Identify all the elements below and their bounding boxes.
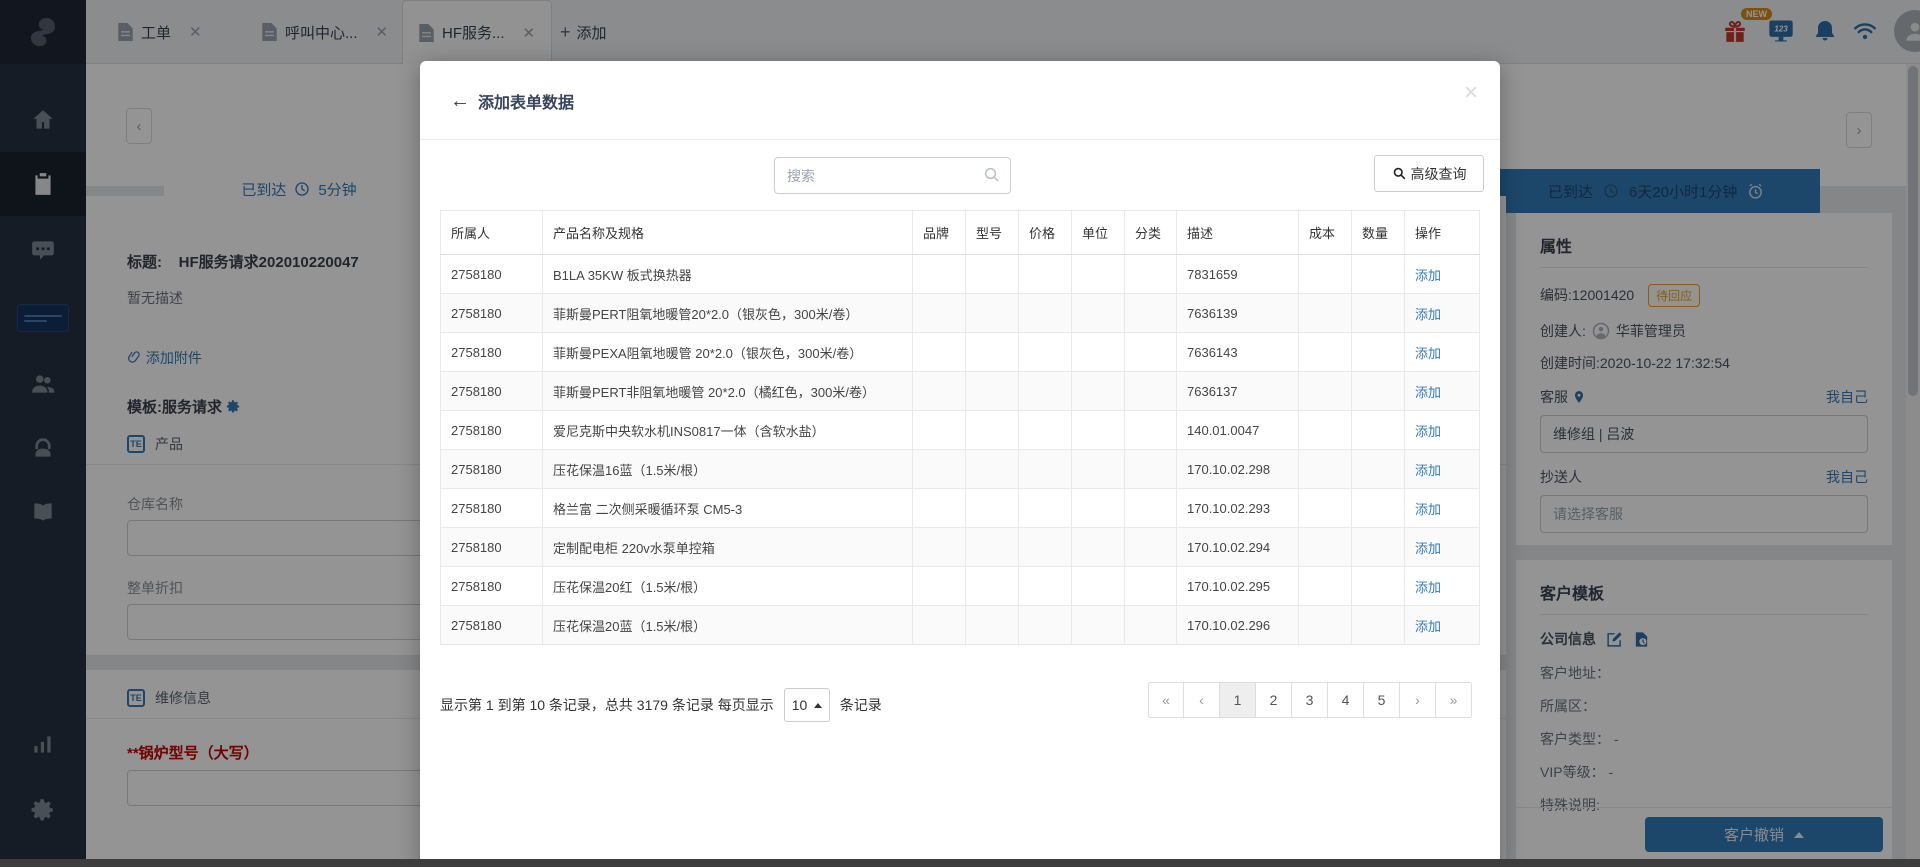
window-bottom-edge bbox=[0, 859, 1920, 867]
table-row: 2758180压花保温16蓝（1.5米/根）170.10.02.298添加 bbox=[441, 450, 1480, 489]
table-row: 2758180B1LA 35KW 板式换热器7831659添加 bbox=[441, 255, 1480, 294]
col-owner: 所属人 bbox=[441, 211, 543, 255]
add-product-link[interactable]: 添加 bbox=[1415, 619, 1441, 634]
col-unit: 单位 bbox=[1072, 211, 1125, 255]
search-icon bbox=[983, 166, 1001, 184]
add-product-link[interactable]: 添加 bbox=[1415, 541, 1441, 556]
pager-arrow-button[interactable]: » bbox=[1436, 682, 1472, 718]
col-action: 操作 bbox=[1405, 211, 1480, 255]
table-row: 2758180菲斯曼PEXA阻氧地暖管 20*2.0（银灰色，300米/卷）76… bbox=[441, 333, 1480, 372]
add-product-link[interactable]: 添加 bbox=[1415, 463, 1441, 478]
col-model: 型号 bbox=[966, 211, 1019, 255]
table-row: 2758180定制配电柜 220v水泵单控箱170.10.02.294添加 bbox=[441, 528, 1480, 567]
col-quantity: 数量 bbox=[1352, 211, 1405, 255]
col-category: 分类 bbox=[1125, 211, 1177, 255]
pager-arrow-button[interactable]: › bbox=[1400, 682, 1436, 718]
col-cost: 成本 bbox=[1299, 211, 1352, 255]
pager-page-button[interactable]: 5 bbox=[1364, 682, 1400, 718]
add-product-link[interactable]: 添加 bbox=[1415, 268, 1441, 283]
add-product-link[interactable]: 添加 bbox=[1415, 307, 1441, 322]
modal-back-icon[interactable]: ← bbox=[450, 91, 470, 111]
app-root: 工单 ✕ 呼叫中心... ✕ HF服务... ✕ + 添加 NEW bbox=[0, 0, 1920, 867]
table-row: 2758180压花保温20蓝（1.5米/根）170.10.02.296添加 bbox=[441, 606, 1480, 645]
pager-page-button[interactable]: 1 bbox=[1220, 682, 1256, 718]
table-row: 2758180压花保温20红（1.5米/根）170.10.02.295添加 bbox=[441, 567, 1480, 606]
modal-header: ← 添加表单数据 × bbox=[420, 61, 1500, 140]
pager-arrow-button[interactable]: « bbox=[1148, 682, 1184, 718]
add-product-link[interactable]: 添加 bbox=[1415, 424, 1441, 439]
add-product-link[interactable]: 添加 bbox=[1415, 580, 1441, 595]
pager-arrow-button[interactable]: ‹ bbox=[1184, 682, 1220, 718]
advanced-query-button[interactable]: 高级查询 bbox=[1374, 155, 1484, 192]
product-table: 所属人 产品名称及规格 品牌 型号 价格 单位 分类 描述 成本 数量 操作 2… bbox=[440, 210, 1480, 645]
page-size-dropdown[interactable]: 10 bbox=[784, 688, 830, 722]
pager-page-button[interactable]: 3 bbox=[1292, 682, 1328, 718]
search-icon bbox=[1392, 166, 1407, 181]
modal-title-text: 添加表单数据 bbox=[478, 89, 574, 113]
dropup-caret-icon bbox=[814, 703, 822, 708]
pagination-summary-text: 显示第 1 到第 10 条记录，总共 3179 条记录 每页显示 bbox=[440, 695, 774, 715]
table-row: 2758180爱尼克斯中央软水机INS0817一体（含软水盐）140.01.00… bbox=[441, 411, 1480, 450]
add-form-data-modal: ← 添加表单数据 × 高级查询 所属人 bbox=[420, 61, 1500, 867]
search-input[interactable] bbox=[774, 157, 1011, 194]
modal-close-icon[interactable]: × bbox=[1464, 81, 1478, 105]
page-size-value: 10 bbox=[792, 697, 808, 713]
pagination-pager: «‹12345›» bbox=[1148, 682, 1472, 718]
col-brand: 品牌 bbox=[913, 211, 966, 255]
pager-page-button[interactable]: 4 bbox=[1328, 682, 1364, 718]
search-field bbox=[774, 157, 1011, 194]
table-row: 2758180格兰富 二次侧采暖循环泵 CM5-3170.10.02.293添加 bbox=[441, 489, 1480, 528]
pagination-summary: 显示第 1 到第 10 条记录，总共 3179 条记录 每页显示 10 条记录 bbox=[440, 688, 882, 722]
add-product-link[interactable]: 添加 bbox=[1415, 502, 1441, 517]
table-row: 2758180菲斯曼PERT非阻氧地暖管 20*2.0（橘红色，300米/卷）7… bbox=[441, 372, 1480, 411]
add-product-link[interactable]: 添加 bbox=[1415, 385, 1441, 400]
pager-page-button[interactable]: 2 bbox=[1256, 682, 1292, 718]
pagination-summary-suffix: 条记录 bbox=[840, 695, 882, 715]
table-row: 2758180菲斯曼PERT阻氧地暖管20*2.0（银灰色，300米/卷）763… bbox=[441, 294, 1480, 333]
add-product-link[interactable]: 添加 bbox=[1415, 346, 1441, 361]
col-price: 价格 bbox=[1019, 211, 1072, 255]
col-description: 描述 bbox=[1177, 211, 1299, 255]
col-product-name: 产品名称及规格 bbox=[543, 211, 913, 255]
table-header-row: 所属人 产品名称及规格 品牌 型号 价格 单位 分类 描述 成本 数量 操作 bbox=[441, 211, 1480, 255]
product-table-body: 2758180B1LA 35KW 板式换热器7831659添加2758180菲斯… bbox=[441, 255, 1480, 645]
